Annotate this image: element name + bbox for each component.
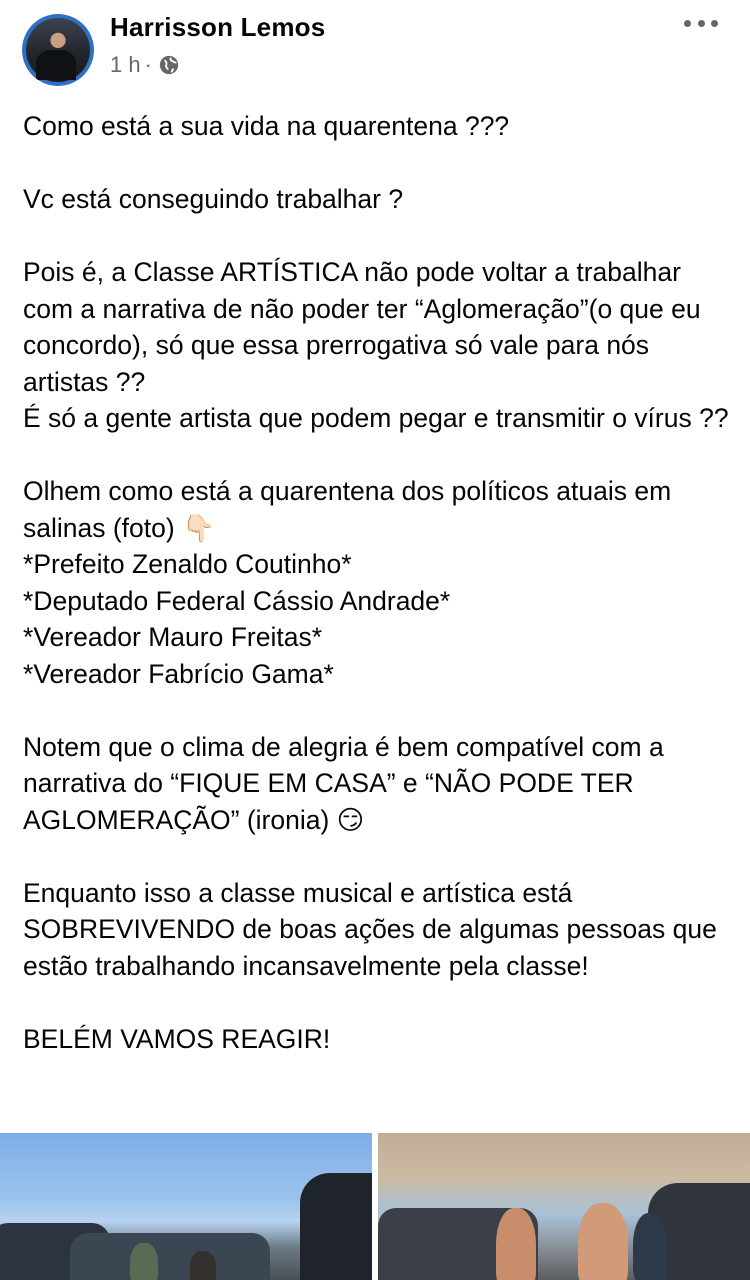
more-options-icon[interactable]	[684, 20, 718, 30]
post-text: Como está a sua vida na quarentena ??? Vc…	[23, 108, 733, 1057]
post-meta: 1 h ·	[110, 52, 180, 78]
post-paragraph: Enquanto isso a classe musical e artísti…	[23, 877, 725, 981]
meta-separator: ·	[144, 52, 152, 77]
post-paragraph: Como está a sua vida na quarentena ???	[23, 111, 510, 141]
post-paragraph: Olhem como está a quarentena dos polític…	[23, 476, 672, 689]
avatar-silhouette	[36, 50, 76, 80]
car-shape	[300, 1173, 372, 1280]
post-time[interactable]: 1 h	[110, 52, 141, 78]
post-header: Harrisson Lemos 1 h ·	[0, 0, 750, 100]
post-photo-1[interactable]	[0, 1133, 372, 1280]
person-shape	[130, 1243, 158, 1280]
person-shape	[496, 1208, 536, 1280]
author-name[interactable]: Harrisson Lemos	[110, 12, 325, 43]
post-paragraph: Pois é, a Classe ARTÍSTICA não pode volt…	[23, 257, 729, 433]
globe-icon[interactable]	[158, 54, 180, 76]
avatar[interactable]	[22, 14, 94, 86]
post-photo-2[interactable]	[378, 1133, 750, 1280]
post-paragraph: BELÉM VAMOS REAGIR!	[23, 1023, 331, 1054]
person-shape	[633, 1213, 667, 1280]
car-shape	[70, 1233, 270, 1280]
person-shape	[190, 1251, 216, 1280]
post-paragraph: Notem que o clima de alegria é bem compa…	[23, 731, 672, 835]
person-shape	[578, 1203, 628, 1280]
post-photos[interactable]	[0, 1133, 750, 1280]
post-paragraph: Vc está conseguindo trabalhar ?	[23, 184, 404, 214]
